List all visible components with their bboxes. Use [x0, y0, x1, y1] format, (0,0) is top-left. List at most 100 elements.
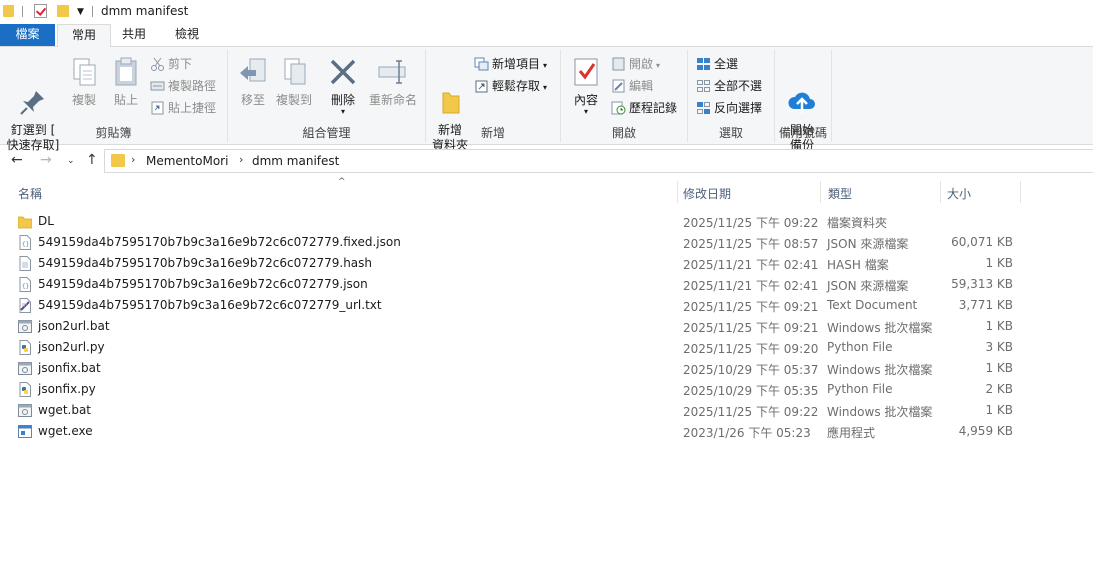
sort-ascending-icon: ^: [338, 177, 346, 187]
file-date: 2025/10/29 下午 05:35: [683, 384, 819, 398]
history-button[interactable]: 歷程記錄: [611, 98, 677, 118]
file-row[interactable]: jsonfix.py 2025/10/29 下午 05:35 Python File…: [0, 379, 1093, 400]
file-type: Windows 批次檔案: [827, 363, 933, 377]
paste-shortcut-icon: [150, 101, 165, 115]
rename-label: 重新命名: [368, 93, 417, 107]
column-divider[interactable]: [1020, 181, 1021, 203]
delete-button[interactable]: 刪除 ▾: [326, 52, 360, 116]
file-date: 2025/11/21 下午 02:41: [683, 258, 819, 272]
ribbon: 釘選到 [ 快速存取] 複製 貼上 剪下 複製路徑 貼上捷徑 剪貼簿 移至 複製…: [0, 47, 1093, 152]
file-row[interactable]: wget.bat 2025/11/25 下午 09:22 Windows 批次檔案 1…: [0, 400, 1093, 421]
file-size: 59,313 KB: [951, 277, 1013, 291]
paste-button[interactable]: 貼上: [106, 52, 146, 108]
paste-shortcut-label: 貼上捷徑: [168, 101, 217, 115]
file-row[interactable]: {} 549159da4b7595170b7b9c3a16e9b72c6c0727…: [0, 274, 1093, 295]
organize-group-label: 組合管理: [302, 126, 351, 140]
new-item-button[interactable]: 新增項目 ▾: [474, 54, 547, 74]
pin-icon: [16, 70, 50, 115]
file-row[interactable]: DL 2025/11/25 下午 09:22 檔案資料夾: [0, 211, 1093, 232]
breadcrumb-chevron-icon[interactable]: ›: [131, 153, 135, 166]
column-header-type[interactable]: 類型: [828, 185, 852, 202]
batch-file-icon: [18, 319, 32, 334]
folder-icon: [111, 154, 125, 167]
copy-to-label: 複製到: [275, 93, 312, 107]
recent-locations-chevron-icon[interactable]: ⌄: [67, 156, 75, 166]
file-type: HASH 檔案: [827, 258, 889, 272]
column-divider[interactable]: [940, 181, 941, 203]
easy-access-icon: [474, 79, 489, 93]
tab-share[interactable]: 共用: [113, 24, 155, 46]
file-row[interactable]: 549159da4b7595170b7b9c3a16e9b72c6c072779…: [0, 295, 1093, 316]
column-divider[interactable]: [677, 181, 678, 203]
customize-toolbar-chevron-icon[interactable]: ▼: [77, 7, 84, 17]
select-group-label: 選取: [718, 126, 743, 140]
file-type: JSON 來源檔案: [827, 279, 909, 293]
copy-path-label: 複製路徑: [168, 79, 217, 93]
rename-button[interactable]: 重新命名: [366, 52, 420, 108]
file-row[interactable]: {} 549159da4b7595170b7b9c3a16e9b72c6c0727…: [0, 232, 1093, 253]
file-size: 1 KB: [985, 319, 1013, 333]
select-all-icon: [696, 57, 711, 71]
file-size: 3,771 KB: [958, 298, 1013, 312]
up-arrow-icon[interactable]: ↑: [86, 152, 98, 168]
back-arrow-icon[interactable]: ←: [11, 152, 23, 168]
breadcrumb-item[interactable]: MementoMori: [146, 154, 228, 168]
file-type: Windows 批次檔案: [827, 405, 933, 419]
move-to-icon: [236, 55, 270, 89]
clipboard-group: 釘選到 [ 快速存取] 複製 貼上 剪下 複製路徑 貼上捷徑 剪貼簿: [0, 50, 228, 152]
file-name: DL: [38, 214, 54, 228]
forward-arrow-icon[interactable]: →: [40, 152, 52, 168]
properties-quick-icon[interactable]: [34, 4, 47, 18]
cut-button[interactable]: 剪下: [150, 54, 192, 74]
copy-to-button[interactable]: 複製到: [274, 52, 314, 108]
invert-selection-icon: [696, 101, 711, 115]
file-row[interactable]: json2url.py 2025/11/25 下午 09:20 Python Fil…: [0, 337, 1093, 358]
copy-path-button[interactable]: 複製路徑: [150, 76, 216, 96]
clipboard-group-label: 剪貼簿: [95, 126, 132, 140]
tab-file[interactable]: 檔案: [0, 24, 55, 46]
column-header-size[interactable]: 大小: [947, 185, 971, 202]
column-header-name[interactable]: 名稱: [18, 185, 42, 202]
file-size: 1 KB: [985, 256, 1013, 270]
file-size: 1 KB: [985, 361, 1013, 375]
json-file-icon: {}: [18, 235, 32, 250]
select-none-label: 全部不選: [714, 79, 763, 93]
select-none-button[interactable]: 全部不選: [696, 76, 762, 96]
properties-button[interactable]: 內容 ▾: [569, 52, 603, 116]
file-row[interactable]: jsonfix.bat 2025/10/29 下午 05:37 Windows 批次…: [0, 358, 1093, 379]
tab-view[interactable]: 檢視: [163, 24, 211, 46]
paste-shortcut-button[interactable]: 貼上捷徑: [150, 98, 216, 118]
move-to-button[interactable]: 移至: [236, 52, 270, 108]
open-button[interactable]: 開啟 ▾: [611, 54, 660, 74]
edit-label: 編輯: [629, 79, 654, 93]
address-bar[interactable]: › MementoMori › dmm manifest: [104, 149, 1093, 173]
file-row[interactable]: json2url.bat 2025/11/25 下午 09:21 Windows 批…: [0, 316, 1093, 337]
select-all-label: 全選: [714, 57, 739, 71]
breadcrumb-item[interactable]: dmm manifest: [252, 154, 339, 168]
new-group: 新增 資料夾 新增項目 ▾ 輕鬆存取 ▾ 新增: [426, 50, 561, 152]
select-all-button[interactable]: 全選: [696, 54, 738, 74]
file-date: 2025/11/21 下午 02:41: [683, 279, 819, 293]
tab-home[interactable]: 常用: [57, 24, 111, 48]
new-folder-quick-icon[interactable]: [57, 5, 69, 17]
new-item-chevron-icon: ▾: [543, 61, 548, 70]
easy-access-button[interactable]: 輕鬆存取 ▾: [474, 76, 547, 96]
invert-selection-button[interactable]: 反向選擇: [696, 98, 762, 118]
invert-selection-label: 反向選擇: [714, 101, 763, 115]
breadcrumb-chevron-icon[interactable]: ›: [239, 153, 243, 166]
file-size: 1 KB: [985, 403, 1013, 417]
file-type: Python File: [827, 382, 893, 396]
file-type: JSON 來源檔案: [827, 237, 909, 251]
column-divider[interactable]: [820, 181, 821, 203]
copy-button[interactable]: 複製: [64, 52, 104, 108]
python-file-icon: [18, 340, 32, 355]
file-name: jsonfix.bat: [38, 361, 101, 375]
folder-icon: [17, 214, 33, 229]
python-file-icon: [18, 382, 32, 397]
svg-text:{}: {}: [22, 283, 29, 290]
file-row[interactable]: 549159da4b7595170b7b9c3a16e9b72c6c072779…: [0, 253, 1093, 274]
edit-button[interactable]: 編輯: [611, 76, 653, 96]
file-date: 2025/11/25 下午 08:57: [683, 237, 819, 251]
column-header-date[interactable]: 修改日期: [683, 185, 731, 202]
file-row[interactable]: wget.exe 2023/1/26 下午 05:23 應用程式 4,959 KB: [0, 421, 1093, 442]
